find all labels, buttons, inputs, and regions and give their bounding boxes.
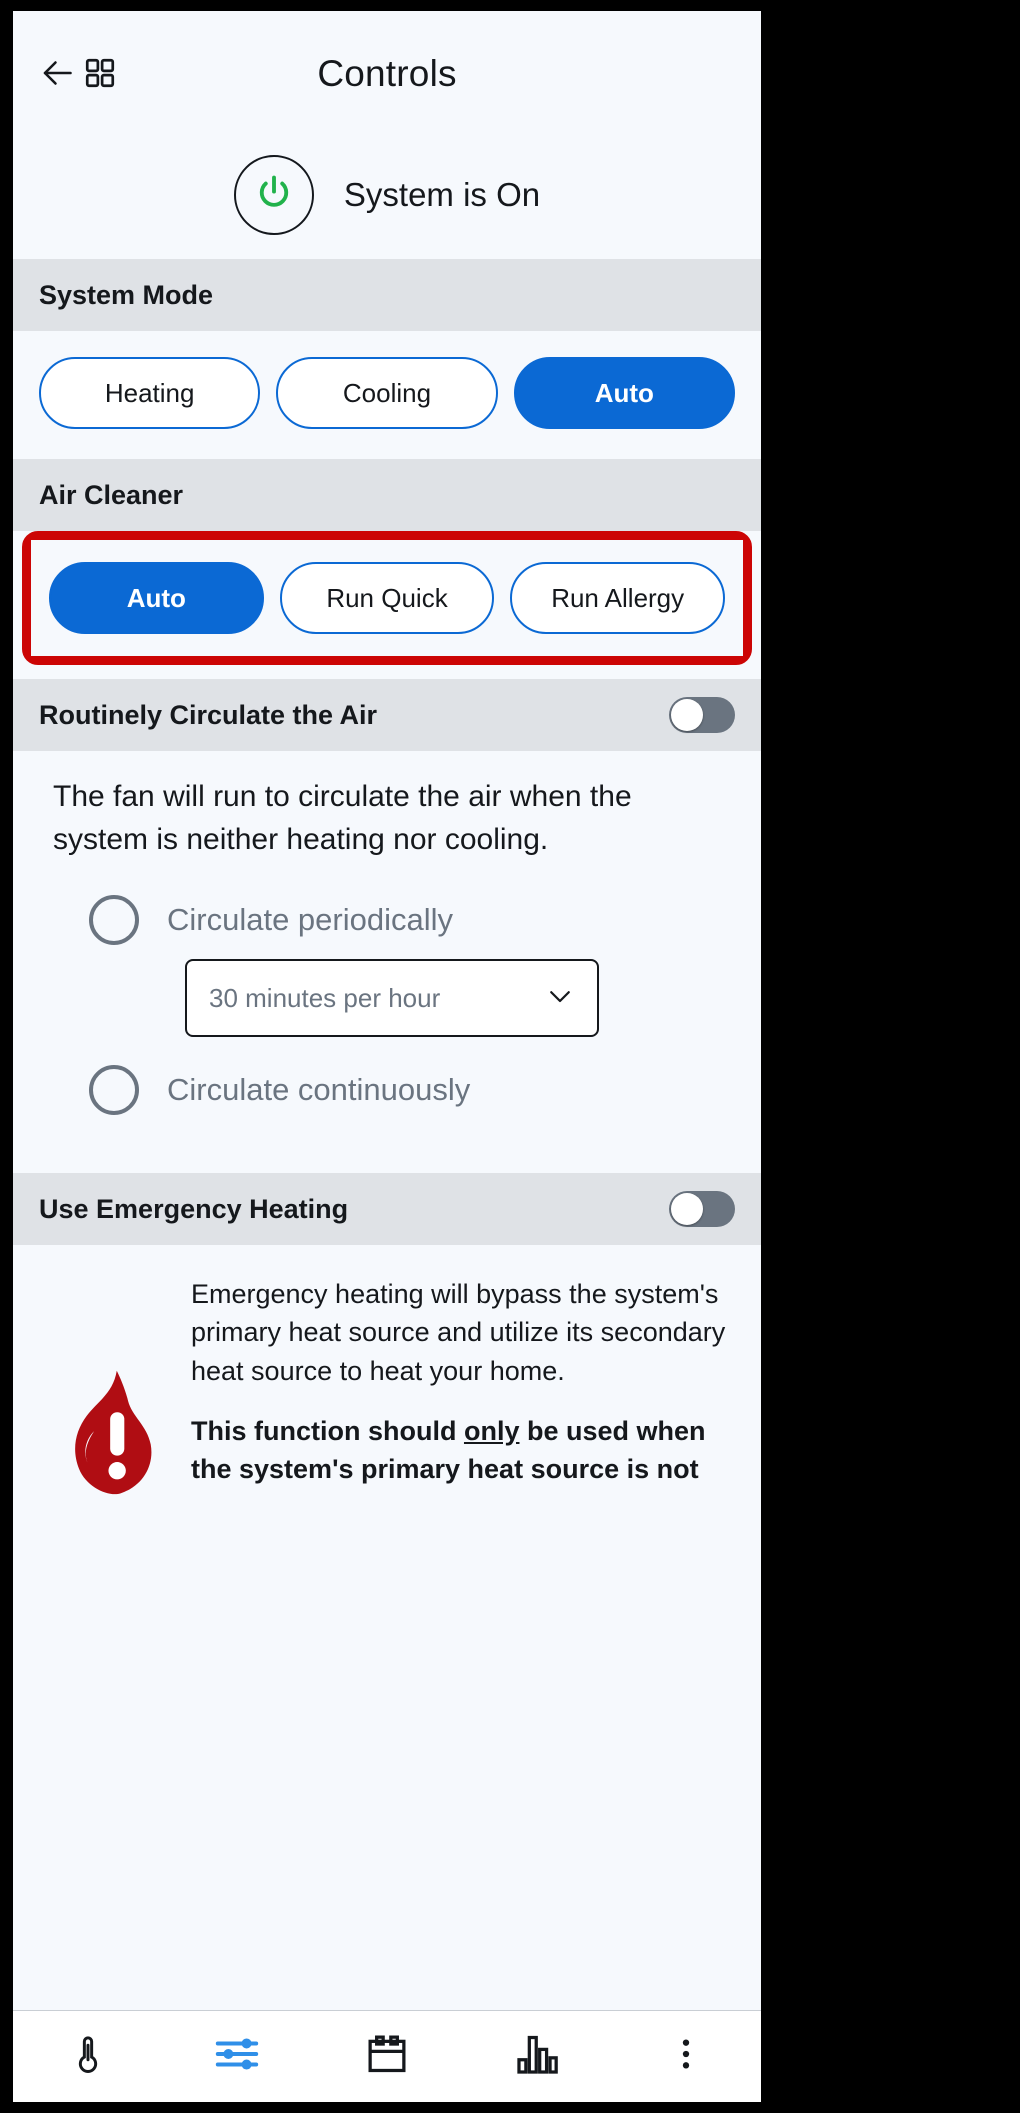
nav-item-schedule[interactable]	[312, 2011, 462, 2102]
circulate-title: Routinely Circulate the Air	[39, 700, 377, 731]
page-title: Controls	[13, 53, 761, 95]
circulate-periodically-label: Circulate periodically	[167, 902, 453, 938]
system-mode-auto-button[interactable]: Auto	[514, 357, 735, 429]
system-power-row: System is On	[13, 131, 761, 259]
emergency-paragraph-1: Emergency heating will bypass the system…	[191, 1275, 735, 1389]
nav-item-temperature[interactable]	[13, 2011, 163, 2102]
emergency-icon-column	[39, 1269, 187, 1509]
power-icon	[253, 172, 295, 219]
system-mode-heating-button[interactable]: Heating	[39, 357, 260, 429]
power-toggle-button[interactable]	[234, 155, 314, 235]
air-cleaner-title: Air Cleaner	[39, 480, 183, 511]
air-cleaner-header: Air Cleaner	[13, 459, 761, 531]
emergency-heating-title: Use Emergency Heating	[39, 1194, 348, 1225]
air-cleaner-run-allergy-button[interactable]: Run Allergy	[510, 562, 725, 634]
circulate-continuously-label: Circulate continuously	[167, 1072, 470, 1108]
circulate-interval-select[interactable]: 30 minutes per hour	[185, 959, 599, 1037]
system-status-text: System is On	[344, 176, 540, 214]
system-mode-title: System Mode	[39, 280, 213, 311]
circulate-description: The fan will run to circulate the air wh…	[53, 775, 721, 861]
circulate-periodically-row[interactable]: Circulate periodically	[89, 895, 721, 945]
flame-warning-icon	[54, 1367, 172, 1504]
air-cleaner-options: Auto Run Quick Run Allergy	[31, 540, 743, 656]
emergency-paragraph-2: This function should only be used when t…	[191, 1412, 735, 1488]
controls-sliders-icon	[212, 2031, 262, 2082]
system-mode-header: System Mode	[13, 259, 761, 331]
circulate-continuously-row[interactable]: Circulate continuously	[89, 1065, 721, 1115]
circulate-header: Routinely Circulate the Air	[13, 679, 761, 751]
nav-item-more[interactable]	[611, 2011, 761, 2102]
air-cleaner-highlight-wrapper: Auto Run Quick Run Allergy	[13, 531, 761, 665]
app-screen: Controls System is On System Mode Heatin…	[13, 11, 761, 2102]
phone-frame: Controls System is On System Mode Heatin…	[0, 0, 1020, 2113]
system-mode-options: Heating Cooling Auto	[13, 331, 761, 459]
air-cleaner-auto-button[interactable]: Auto	[49, 562, 264, 634]
app-header: Controls	[13, 11, 761, 131]
emergency-text-column: Emergency heating will bypass the system…	[191, 1269, 735, 1509]
emergency-paragraph-2-pre: This function should	[191, 1416, 464, 1446]
thermometer-icon	[65, 2031, 111, 2082]
bar-chart-icon	[513, 2031, 561, 2082]
circulate-continuously-radio[interactable]	[89, 1065, 139, 1115]
system-mode-cooling-button[interactable]: Cooling	[276, 357, 497, 429]
emergency-heating-header: Use Emergency Heating	[13, 1173, 761, 1245]
calendar-icon	[363, 2031, 411, 2082]
emergency-heating-toggle-knob	[671, 1193, 703, 1225]
emergency-heating-toggle-switch[interactable]	[669, 1191, 735, 1227]
air-cleaner-highlight-box: Auto Run Quick Run Allergy	[22, 531, 752, 665]
bottom-navigation-bar	[13, 2010, 761, 2102]
circulate-toggle-knob	[671, 699, 703, 731]
circulate-body: The fan will run to circulate the air wh…	[13, 751, 761, 1157]
circulate-periodically-radio[interactable]	[89, 895, 139, 945]
emergency-heating-body: Emergency heating will bypass the system…	[13, 1245, 761, 1509]
air-cleaner-run-quick-button[interactable]: Run Quick	[280, 562, 495, 634]
nav-item-controls[interactable]	[163, 2011, 313, 2102]
more-menu-icon	[666, 2031, 706, 2082]
nav-item-reports[interactable]	[462, 2011, 612, 2102]
emergency-paragraph-2-underline: only	[464, 1416, 520, 1446]
circulate-interval-value: 30 minutes per hour	[209, 983, 440, 1014]
chevron-down-icon	[545, 981, 575, 1016]
circulate-toggle-switch[interactable]	[669, 697, 735, 733]
